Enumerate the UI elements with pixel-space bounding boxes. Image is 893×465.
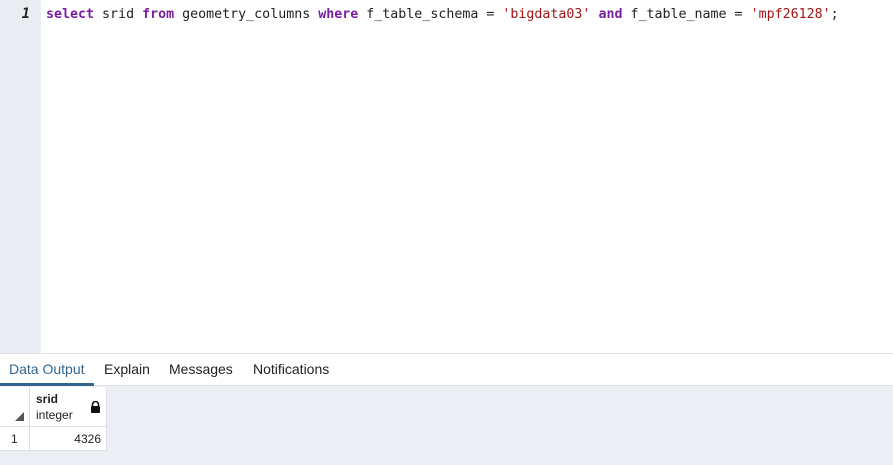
line-number: 1 [21, 6, 30, 22]
results-tabs: Data Output Explain Messages Notificatio… [0, 354, 893, 386]
results-panel: Data Output Explain Messages Notificatio… [0, 353, 893, 465]
sql-editor[interactable]: 1 select srid from geometry_columns wher… [0, 0, 893, 353]
corner-triangle-icon [15, 412, 24, 421]
lock-icon [91, 401, 100, 413]
sql-token-str: 'mpf26128' [750, 7, 831, 22]
column-type: integer [36, 408, 73, 422]
tab-messages[interactable]: Messages [160, 354, 242, 386]
tab-explain[interactable]: Explain [95, 354, 159, 386]
sql-token-kw: select [46, 7, 95, 22]
sql-token-kw: where [318, 7, 359, 22]
column-name: srid [36, 392, 59, 406]
line-gutter: 1 [0, 0, 41, 353]
sql-token-plain: ; [830, 7, 839, 22]
column-header-srid[interactable]: srid integer [30, 387, 107, 427]
code-line[interactable]: select srid from geometry_columns where … [46, 7, 839, 22]
sql-token-kw: from [142, 7, 175, 22]
row-number[interactable]: 1 [0, 427, 30, 451]
select-all-corner[interactable] [0, 387, 30, 427]
sql-token-kw: and [598, 7, 623, 22]
sql-token-plain: geometry_columns [174, 7, 319, 22]
sql-token-plain: srid [94, 7, 143, 22]
sql-token-str: 'bigdata03' [502, 7, 591, 22]
sql-token-plain: f_table_name = [622, 7, 751, 22]
tab-notifications[interactable]: Notifications [244, 354, 338, 386]
tab-data-output[interactable]: Data Output [0, 354, 94, 386]
sql-token-plain: f_table_schema = [358, 7, 503, 22]
table-cell[interactable]: 4326 [30, 427, 107, 451]
